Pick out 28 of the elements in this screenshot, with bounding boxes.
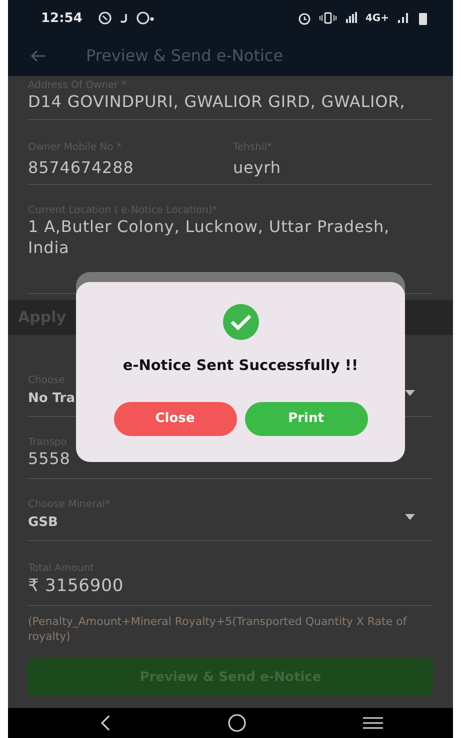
dropdown-caret-icon [405, 514, 415, 520]
field-value: ueyrh [233, 158, 281, 178]
field-value: 5558 [28, 448, 72, 470]
dropdown-value: GSB [28, 514, 58, 532]
formula-note: (Penalty_Amount+Mineral Royalty+5(Transported Quantity X Rate of royalty) [28, 614, 408, 644]
network-label: 4G+ [365, 12, 389, 26]
vibrate-icon [319, 12, 338, 24]
field-value: 1 A,Butler Colony, Lucknow, Uttar Pradesh, India [28, 217, 390, 259]
amount-value: ₹ 3156900 [28, 574, 125, 597]
print-button[interactable]: Print [244, 402, 368, 436]
battery-icon [419, 12, 427, 25]
back-arrow-icon [30, 50, 46, 62]
close-button[interactable]: Close [114, 402, 236, 436]
back-nav-icon [100, 715, 110, 732]
menu-nav-icon [363, 716, 383, 730]
dropdown-value: No Tra [28, 391, 75, 408]
status-time: 12:54 [41, 10, 82, 28]
field-value: 8574674288 [28, 158, 135, 178]
field-value: D14 GOVINDPURI, GWALIOR GIRD, GWALIOR, [28, 92, 406, 113]
signal-icon [345, 12, 358, 24]
chat-icon [136, 11, 154, 26]
alarm-icon [298, 12, 312, 25]
screen-title: Preview & Send e-Notice [86, 45, 284, 68]
home-nav-icon [226, 714, 246, 732]
success-message: e-Notice Sent Successfully !! [122, 357, 358, 376]
success-check-icon [222, 304, 258, 340]
dropdown-caret-icon [405, 390, 415, 396]
signal-icon [397, 12, 411, 24]
